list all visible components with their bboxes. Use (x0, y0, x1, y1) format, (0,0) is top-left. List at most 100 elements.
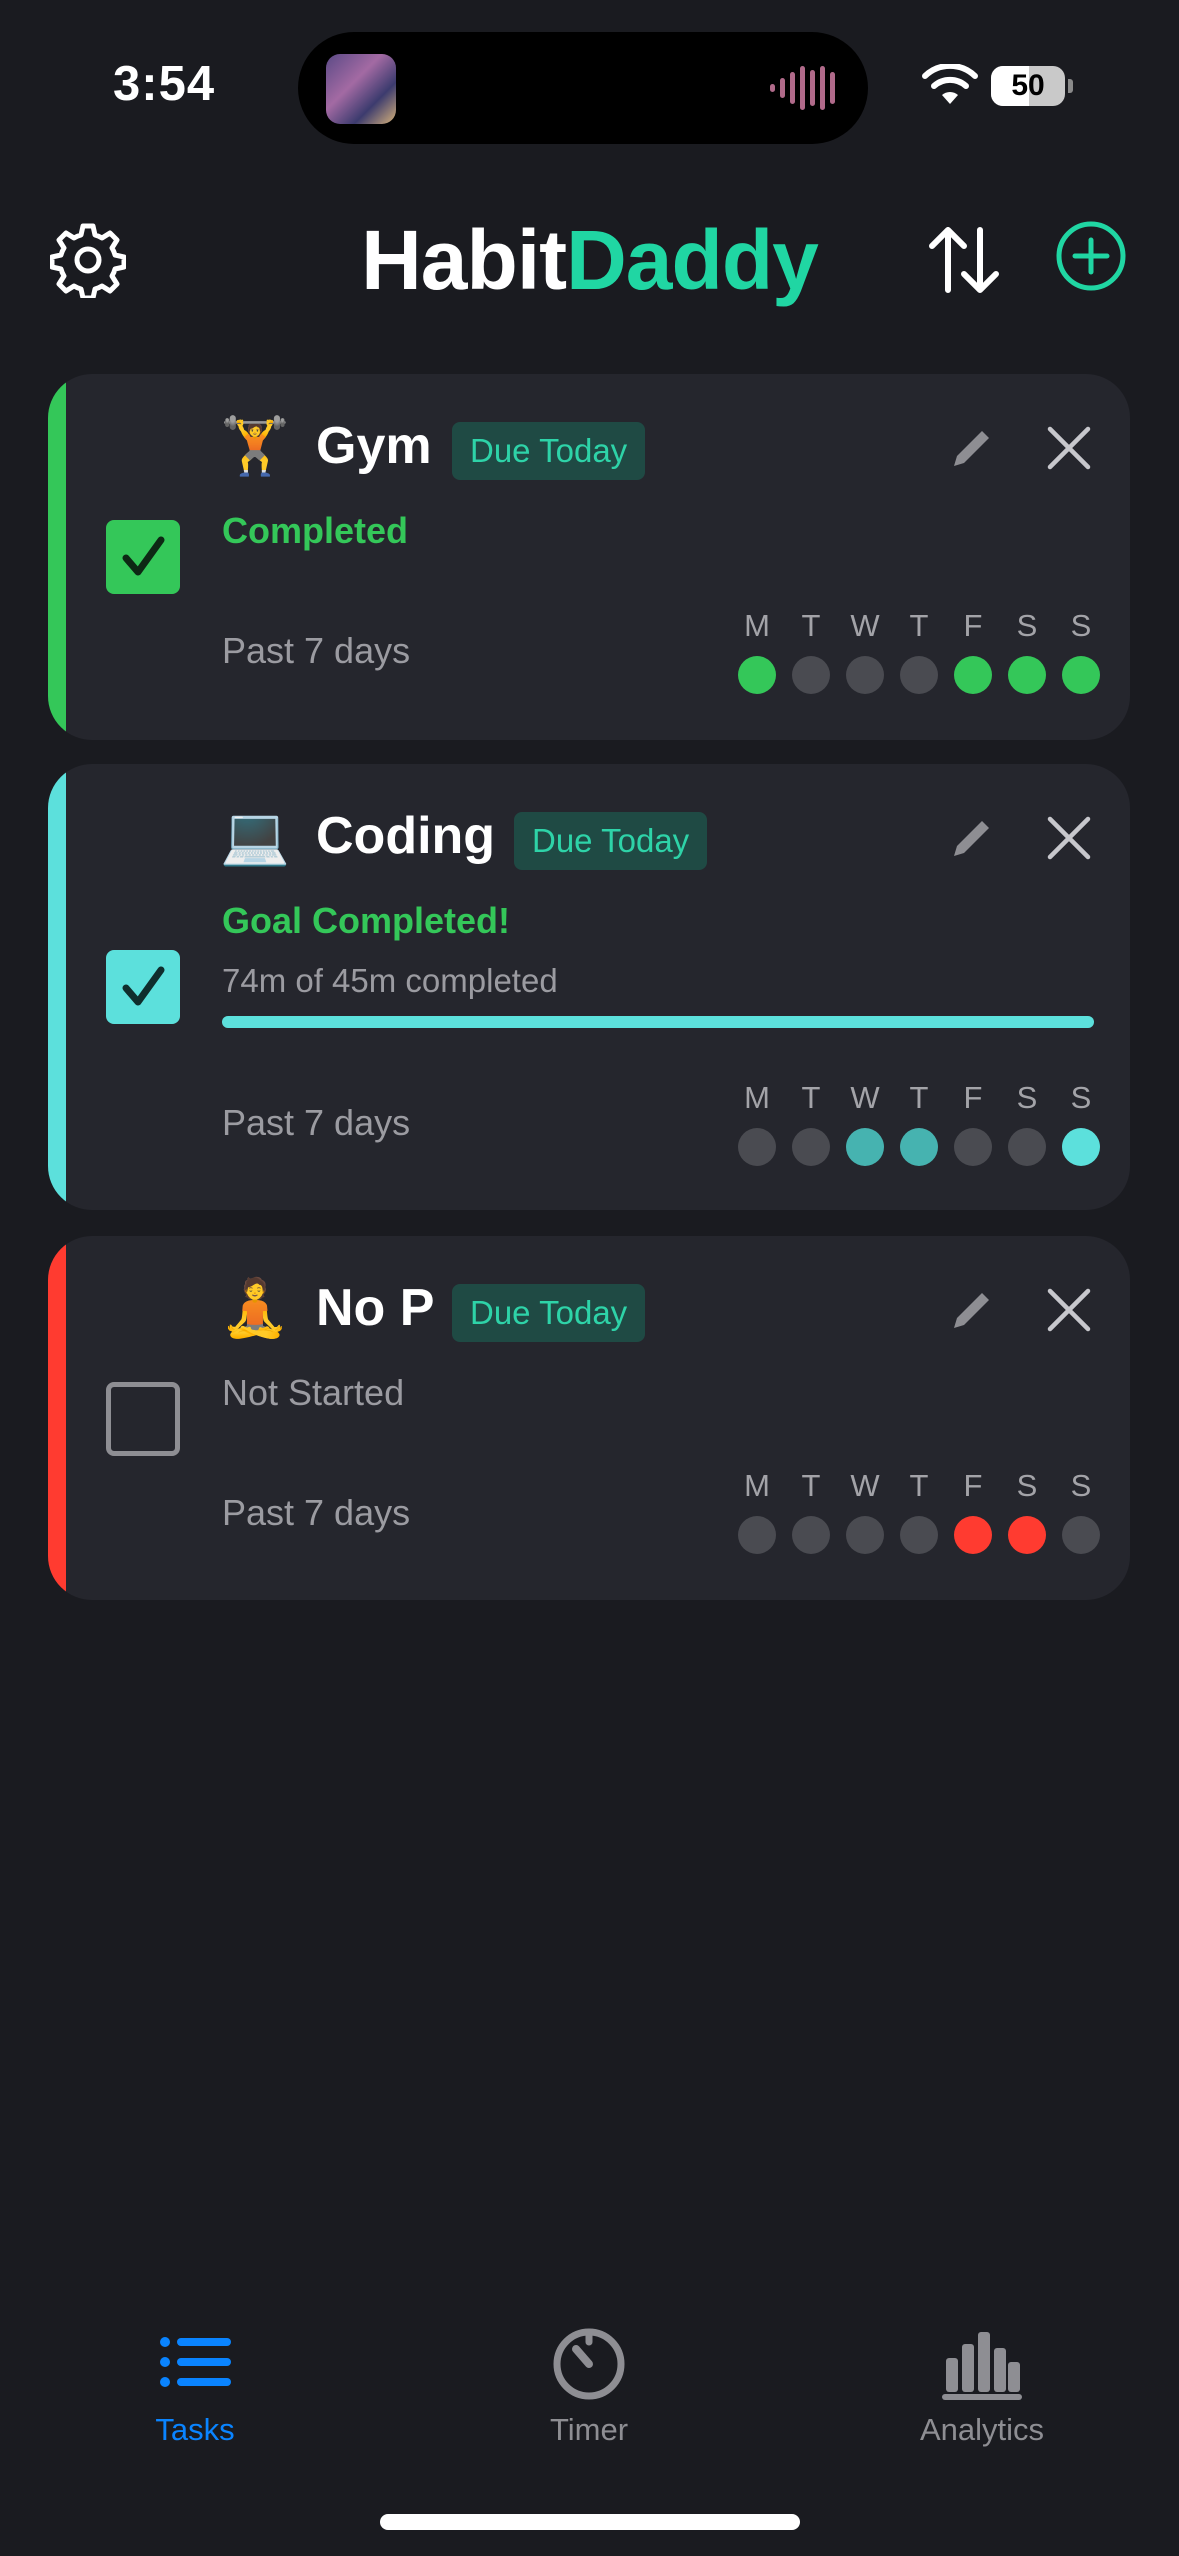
history-dot (792, 1516, 830, 1554)
history-dot (1008, 1516, 1046, 1554)
week-history: MTWTFSS (730, 1464, 1110, 1564)
day-letter: T (909, 608, 929, 643)
history-day: T (784, 1076, 838, 1166)
habit-status: Completed (222, 510, 409, 551)
past-7-days-label: Past 7 days (222, 630, 411, 671)
due-badge: Due Today (514, 812, 708, 870)
history-dot (846, 1516, 884, 1554)
due-badge: Due Today (452, 1284, 646, 1342)
day-letter: S (1016, 1080, 1038, 1115)
tab-tasks[interactable]: Tasks (75, 2322, 315, 2448)
add-habit-icon[interactable] (1055, 220, 1127, 292)
app-header: HabitDaddy (0, 190, 1179, 330)
app-title-habit: Habit (361, 213, 567, 307)
history-day: F (946, 604, 1000, 694)
history-dot (1008, 656, 1046, 694)
past-7-days-label: Past 7 days (222, 1102, 411, 1143)
history-dot (900, 1516, 938, 1554)
habit-status: Not Started (222, 1372, 405, 1413)
edit-pencil-icon[interactable] (948, 1286, 996, 1334)
history-dot (900, 656, 938, 694)
history-dot (1062, 1516, 1100, 1554)
audio-waveform-icon (770, 66, 835, 110)
past-7-days-label: Past 7 days (222, 1492, 411, 1533)
day-letter: S (1070, 608, 1092, 643)
day-letter: F (963, 608, 983, 643)
day-letter: S (1070, 1468, 1092, 1503)
history-day: S (1000, 604, 1054, 694)
day-letter: T (801, 1468, 821, 1503)
habit-status: Goal Completed! (222, 900, 511, 941)
dynamic-island[interactable] (298, 32, 868, 144)
delete-x-icon[interactable] (1046, 1287, 1092, 1333)
history-dot (738, 1128, 776, 1166)
edit-pencil-icon[interactable] (948, 424, 996, 472)
history-dot (792, 656, 830, 694)
history-day: T (784, 604, 838, 694)
day-letter: F (963, 1080, 983, 1115)
habit-card-gym[interactable]: 🏋️ Gym Due Today Completed Past 7 days M… (48, 374, 1130, 740)
history-dot (846, 1128, 884, 1166)
day-letter: S (1070, 1080, 1092, 1115)
history-dot (954, 1516, 992, 1554)
day-letter: M (744, 1468, 770, 1503)
tab-timer[interactable]: Timer (469, 2322, 709, 2448)
card-accent-bar (48, 1236, 66, 1600)
habit-card-no-p[interactable]: 🧘 No P Due Today Not Started Past 7 days… (48, 1236, 1130, 1600)
history-day: F (946, 1464, 1000, 1554)
status-time: 3:54 (113, 57, 216, 111)
day-letter: T (909, 1080, 929, 1115)
battery-indicator: 50 (991, 66, 1073, 106)
history-dot (738, 656, 776, 694)
card-accent-bar (48, 374, 66, 740)
laptop-icon: 💻 (220, 804, 290, 867)
history-dot (738, 1516, 776, 1554)
weightlifter-icon: 🏋️ (220, 414, 290, 477)
sort-icon[interactable] (924, 220, 1004, 300)
habit-checkbox[interactable] (106, 1382, 180, 1456)
meditation-icon: 🧘 (220, 1276, 290, 1339)
habit-checkbox[interactable] (106, 520, 180, 594)
status-bar: 3:54 50 (0, 0, 1179, 170)
due-badge: Due Today (452, 422, 646, 480)
history-day: T (892, 1076, 946, 1166)
history-dot (954, 1128, 992, 1166)
checkmark-icon (122, 536, 165, 576)
bar-chart-icon (942, 2332, 1022, 2400)
day-letter: M (744, 1080, 770, 1115)
habit-name: No P (316, 1279, 435, 1337)
history-day: S (1054, 1464, 1108, 1554)
history-dot (954, 656, 992, 694)
history-day: S (1054, 604, 1108, 694)
tab-analytics[interactable]: Analytics (862, 2322, 1102, 2448)
history-day: S (1000, 1464, 1054, 1554)
list-icon (160, 2337, 231, 2387)
history-day: F (946, 1076, 1000, 1166)
card-accent-bar (48, 764, 66, 1210)
battery-level: 50 (1011, 69, 1045, 102)
delete-x-icon[interactable] (1046, 425, 1092, 471)
wifi-icon (922, 64, 978, 104)
day-letter: S (1016, 608, 1038, 643)
habit-card-coding[interactable]: 💻 Coding Due Today Goal Completed! 74m o… (48, 764, 1130, 1210)
edit-pencil-icon[interactable] (948, 814, 996, 862)
home-indicator[interactable] (380, 2514, 800, 2530)
history-day: T (892, 1464, 946, 1554)
day-letter: W (850, 1468, 880, 1503)
day-letter: F (963, 1468, 983, 1503)
week-history: MTWTFSS (730, 1076, 1110, 1176)
delete-x-icon[interactable] (1046, 815, 1092, 861)
history-dot (900, 1128, 938, 1166)
history-day: T (784, 1464, 838, 1554)
checkmark-icon (122, 966, 165, 1006)
history-day: W (838, 604, 892, 694)
history-dot (846, 656, 884, 694)
history-day: T (892, 604, 946, 694)
history-day: M (730, 1076, 784, 1166)
day-letter: T (909, 1468, 929, 1503)
week-history: MTWTFSS (730, 604, 1110, 704)
habit-checkbox[interactable] (106, 950, 180, 1024)
tab-label: Timer (549, 2412, 629, 2447)
day-letter: W (850, 608, 880, 643)
day-letter: M (744, 608, 770, 643)
